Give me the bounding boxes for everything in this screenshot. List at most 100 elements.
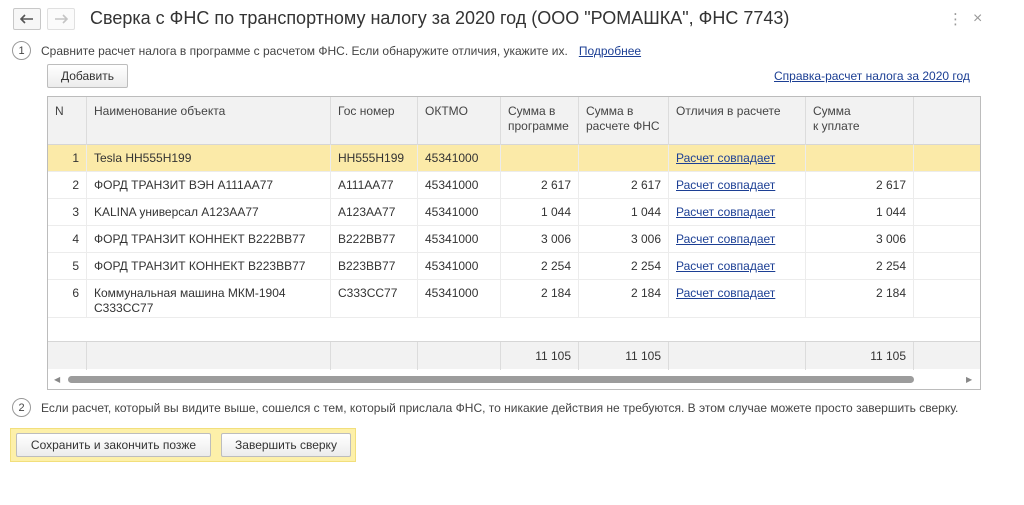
cell-oktmo: 45341000 [418,253,501,279]
horizontal-scrollbar[interactable]: ◀ ▶ [48,371,980,389]
object-name-line-2: С333СС77 [94,301,154,315]
cell-sum-fns: 2 617 [579,172,669,198]
table-row[interactable]: 6 Коммунальная машина МКМ-1904 С333СС77 С33… [48,280,980,318]
cell-empty [914,172,980,198]
step-1-text: Сравните расчет налога в программе с рас… [41,43,568,58]
diff-status-link[interactable]: Расчет совпадает [676,259,775,273]
diff-status-link[interactable]: Расчет совпадает [676,286,775,300]
cell-sum-program: 2 184 [501,280,579,317]
cell-sum-program [501,145,579,171]
cell-plate: С333СС77 [331,280,418,317]
close-icon[interactable]: × [973,10,982,28]
cell-n: 3 [48,199,87,225]
cell-pay: 2 184 [806,280,914,317]
more-info-link[interactable]: Подробнее [579,44,641,58]
more-vertical-icon[interactable]: ⋮ [948,10,963,28]
cell-sum-program: 2 617 [501,172,579,198]
cell-oktmo: 45341000 [418,172,501,198]
scroll-left-icon[interactable]: ◀ [54,375,60,384]
cell-diff: Расчет совпадает [669,172,806,198]
diff-status-link[interactable]: Расчет совпадает [676,232,775,246]
table-empty-area [48,318,980,341]
cell-pay: 3 006 [806,226,914,252]
cell-name: Tesla НН555Н199 [87,145,331,171]
column-header-diff[interactable]: Отличия в расчете [669,97,806,145]
cell-plate: В222ВВ77 [331,226,418,252]
save-later-button[interactable]: Сохранить и закончить позже [16,433,211,457]
totals-cell [418,342,501,370]
object-name: KALINA универсал А123АА77 [94,205,259,219]
cell-empty [914,199,980,225]
column-header-pay[interactable]: Сумма к уплате [806,97,914,145]
cell-sum-fns: 2 184 [579,280,669,317]
table-row[interactable]: 5 ФОРД ТРАНЗИТ КОННЕКТ В223ВВ77 В223ВВ77 45… [48,253,980,280]
cell-name: Коммунальная машина МКМ-1904 С333СС77 [87,280,331,317]
totals-cell [331,342,418,370]
cell-name: ФОРД ТРАНЗИТ КОННЕКТ В222ВВ77 [87,226,331,252]
diff-status-link[interactable]: Расчет совпадает [676,178,775,192]
column-header-sum-fns[interactable]: Сумма в расчете ФНС [579,97,669,145]
cell-diff: Расчет совпадает [669,280,806,317]
cell-plate: НН555Н199 [331,145,418,171]
cell-name: ФОРД ТРАНЗИТ ВЭН А111АА77 [87,172,331,198]
forward-button[interactable] [47,8,75,30]
cell-pay: 2 254 [806,253,914,279]
totals-cell [48,342,87,370]
step-number: 1 [12,41,31,60]
object-name: Tesla НН555Н199 [94,151,192,165]
cell-sum-fns: 3 006 [579,226,669,252]
back-arrow-icon [20,14,33,24]
total-pay: 11 105 [806,342,914,370]
totals-cell [914,342,980,370]
page-title: Сверка с ФНС по транспортному налогу за … [90,8,790,28]
cell-plate: А123АА77 [331,199,418,225]
step-2: 2 Если расчет, который вы видите выше, с… [12,398,958,417]
table-row[interactable]: 3 KALINA универсал А123АА77 А123АА77 453410… [48,199,980,226]
cell-sum-fns [579,145,669,171]
back-button[interactable] [13,8,41,30]
cell-n: 6 [48,280,87,317]
step-number: 2 [12,398,31,417]
table-row[interactable]: 2 ФОРД ТРАНЗИТ ВЭН А111АА77 А111АА77 453410… [48,172,980,199]
object-name: Коммунальная машина МКМ-1904 [94,286,286,300]
cell-plate: А111АА77 [331,172,418,198]
column-header-oktmo[interactable]: ОКТМО [418,97,501,145]
table-header: N Наименование объекта Гос номер ОКТМО С… [48,97,980,145]
cell-plate: В223ВВ77 [331,253,418,279]
total-sum-fns: 11 105 [579,342,669,370]
cell-empty [914,280,980,317]
cell-diff: Расчет совпадает [669,199,806,225]
column-header-empty [914,97,980,145]
table-row[interactable]: 4 ФОРД ТРАНЗИТ КОННЕКТ В222ВВ77 В222ВВ77 45… [48,226,980,253]
scroll-right-icon[interactable]: ▶ [966,375,972,384]
column-header-plate[interactable]: Гос номер [331,97,418,145]
tax-report-link[interactable]: Справка-расчет налога за 2020 год [774,69,970,83]
table-row[interactable]: 1 Tesla НН555Н199 НН555Н199 45341000 Расчет … [48,145,980,172]
cell-empty [914,226,980,252]
cell-oktmo: 45341000 [418,199,501,225]
scrollbar-thumb[interactable] [68,376,914,383]
column-header-name[interactable]: Наименование объекта [87,97,331,145]
cell-n: 5 [48,253,87,279]
add-button[interactable]: Добавить [47,64,128,88]
cell-n: 2 [48,172,87,198]
cell-sum-program: 3 006 [501,226,579,252]
cell-empty [914,145,980,171]
totals-cell [87,342,331,370]
column-header-n[interactable]: N [48,97,87,145]
column-header-sum-program[interactable]: Сумма в программе [501,97,579,145]
cell-diff: Расчет совпадает [669,145,806,171]
diff-status-link[interactable]: Расчет совпадает [676,205,775,219]
finish-button[interactable]: Завершить сверку [221,433,351,457]
cell-oktmo: 45341000 [418,280,501,317]
cell-empty [914,253,980,279]
step-2-text: Если расчет, который вы видите выше, сош… [41,400,959,415]
cell-pay [806,145,914,171]
cell-sum-program: 2 254 [501,253,579,279]
cell-name: KALINA универсал А123АА77 [87,199,331,225]
diff-status-link[interactable]: Расчет совпадает [676,151,775,165]
table-totals: 11 105 11 105 11 105 [48,341,980,370]
object-name: ФОРД ТРАНЗИТ ВЭН А111АА77 [94,178,274,192]
cell-diff: Расчет совпадает [669,226,806,252]
tax-comparison-table[interactable]: N Наименование объекта Гос номер ОКТМО С… [47,96,981,390]
